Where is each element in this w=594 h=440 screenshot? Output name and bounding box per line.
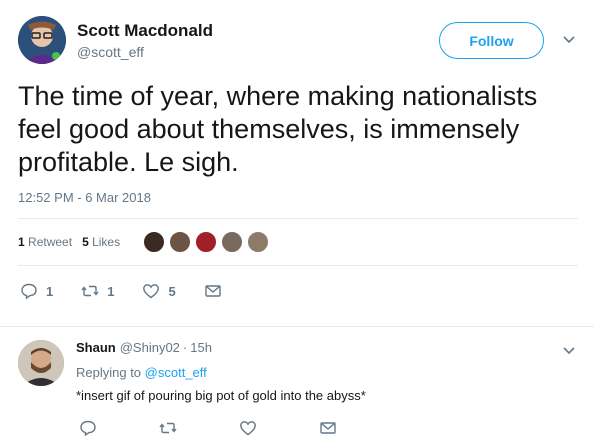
heart-icon — [240, 421, 256, 436]
retweets-label: Retweet — [28, 235, 73, 249]
reply-count: 1 — [46, 283, 54, 299]
author-handle[interactable]: @scott_eff — [77, 44, 144, 60]
reply-text: *insert gif of pouring big pot of gold i… — [76, 388, 366, 403]
chevron-down-icon[interactable] — [562, 343, 576, 357]
retweet-icon — [81, 285, 99, 297]
liker-avatar[interactable] — [168, 230, 193, 254]
reply-retweet-button[interactable] — [159, 419, 177, 437]
reply-author-handle[interactable]: @Shiny02 — [120, 340, 180, 355]
chevron-down-icon[interactable] — [562, 32, 576, 46]
reply-author-name[interactable]: Shaun — [76, 340, 116, 355]
reply-like-button[interactable] — [239, 419, 257, 437]
follow-button[interactable]: Follow — [439, 22, 544, 59]
liker-avatar[interactable] — [194, 230, 219, 254]
liker-avatar[interactable] — [220, 230, 245, 254]
like-count: 5 — [168, 283, 176, 299]
replying-prefix: Replying to — [76, 365, 142, 380]
likes-label: Likes — [92, 235, 121, 249]
heart-icon — [143, 284, 160, 299]
tweet-timestamp[interactable]: 12:52 PM - 6 Mar 2018 — [18, 190, 151, 205]
retweet-count: 1 — [107, 283, 115, 299]
reply-separator: · — [182, 340, 188, 355]
divider — [18, 218, 578, 219]
reply-direct-message-button[interactable] — [319, 419, 337, 437]
direct-message-button[interactable] — [204, 282, 230, 300]
replying-to: Replying to @scott_eff — [76, 365, 207, 380]
reply-button[interactable]: 1 — [20, 282, 53, 300]
reply-reply-button[interactable] — [79, 419, 97, 437]
reply-actions — [79, 419, 399, 437]
reply-avatar[interactable] — [18, 340, 64, 386]
author-avatar[interactable] — [18, 16, 66, 64]
envelope-icon — [205, 285, 221, 297]
liker-avatar[interactable] — [142, 230, 167, 254]
main-tweet: Scott Macdonald @scott_eff Follow The ti… — [0, 0, 594, 326]
replying-to-link[interactable]: @scott_eff — [145, 365, 207, 380]
retweets-count: 1 — [18, 235, 25, 249]
tweet-actions: 1 1 5 — [20, 280, 258, 302]
envelope-icon — [320, 422, 336, 434]
retweet-button[interactable]: 1 — [81, 282, 114, 300]
reply-tweet[interactable]: Shaun @Shiny02 · 15h Replying to @scott_… — [0, 327, 594, 440]
reply-header: Shaun @Shiny02 · 15h — [76, 340, 212, 355]
author-name[interactable]: Scott Macdonald — [77, 21, 213, 41]
retweet-icon — [159, 422, 177, 434]
liker-avatar[interactable] — [246, 230, 271, 254]
likers-avatars — [142, 230, 272, 254]
likes-stat[interactable]: 5 Likes — [82, 235, 120, 249]
reply-icon — [21, 283, 37, 300]
reply-time[interactable]: 15h — [190, 340, 212, 355]
like-button[interactable]: 5 — [142, 282, 176, 300]
tweet-stats: 1 Retweet 5 Likes — [18, 224, 578, 260]
likes-count: 5 — [82, 235, 89, 249]
tweet-text: The time of year, where making nationali… — [18, 81, 538, 177]
reply-icon — [80, 420, 96, 437]
retweets-stat[interactable]: 1 Retweet — [18, 235, 72, 249]
divider — [18, 265, 578, 266]
